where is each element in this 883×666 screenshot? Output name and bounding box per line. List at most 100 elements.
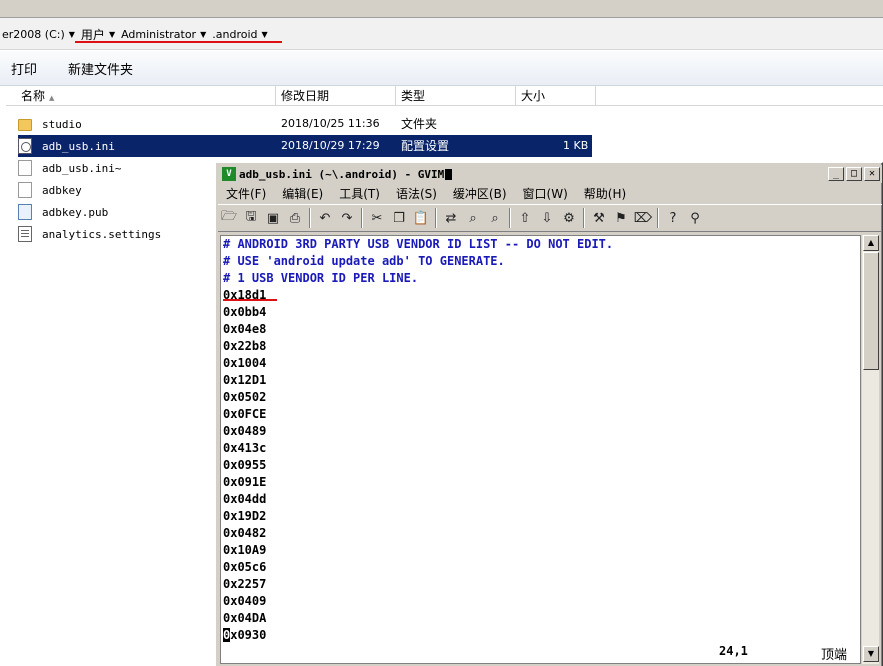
file-modified: 2018/10/25 11:36 (281, 117, 380, 130)
column-header-modified[interactable]: 修改日期 (276, 86, 396, 106)
undo-icon[interactable]: ↶ (314, 207, 336, 229)
save-all-icon[interactable]: ▣ (262, 207, 284, 229)
menu-file[interactable]: 文件(F) (218, 185, 274, 202)
open-icon[interactable]: 🗁 (218, 207, 240, 229)
menu-syntax[interactable]: 语法(S) (388, 185, 445, 202)
editor-line: 0x04e8 (223, 322, 267, 336)
breadcrumb-android[interactable]: .android (210, 28, 259, 41)
editor-line: 0x0482 (223, 526, 267, 540)
replace-icon[interactable]: ⇄ (440, 207, 462, 229)
editor-line: 0x19D2 (223, 509, 267, 523)
gvim-title: adb_usb.ini (~\.android) - GVIM (239, 167, 445, 181)
save-session-icon[interactable]: ⇩ (536, 207, 558, 229)
chevron-down-icon[interactable]: ▼ (260, 30, 272, 39)
toolbar-separator (583, 208, 585, 228)
breadcrumb-drive[interactable]: er2008 (C:) (0, 28, 67, 41)
editor-line: 0x091E (223, 475, 267, 489)
file-row-adb-usb-ini-backup[interactable]: adb_usb.ini~ (18, 157, 208, 179)
column-size-label: 大小 (521, 89, 546, 103)
minimize-button[interactable]: _ (828, 167, 844, 181)
chevron-down-icon[interactable]: ▼ (198, 30, 210, 39)
file-modified: 2018/10/29 17:29 (281, 139, 380, 152)
gvim-menubar: 文件(F) 编辑(E) 工具(T) 语法(S) 缓冲区(B) 窗口(W) 帮助(… (218, 184, 882, 203)
explorer-title-strip (0, 0, 883, 18)
toolbar-separator (435, 208, 437, 228)
menu-help[interactable]: 帮助(H) (576, 185, 634, 202)
redo-icon[interactable]: ↷ (336, 207, 358, 229)
pub-file-icon (18, 204, 32, 220)
column-header-name[interactable]: 名称 ▲ (16, 86, 276, 106)
editor-line: 0x413c (223, 441, 267, 455)
chevron-down-icon[interactable]: ▼ (107, 30, 119, 39)
editor-line: 0x0955 (223, 458, 267, 472)
menu-edit[interactable]: 编辑(E) (274, 185, 331, 202)
paste-icon[interactable]: 📋 (410, 207, 432, 229)
scroll-down-icon[interactable]: ▼ (863, 646, 879, 662)
tags-icon[interactable]: ⌦ (632, 207, 654, 229)
new-folder-button[interactable]: 新建文件夹 (68, 59, 133, 78)
run-script-icon[interactable]: ⚙ (558, 207, 580, 229)
make-icon[interactable]: ⚒ (588, 207, 610, 229)
toolbar-separator (657, 208, 659, 228)
print-icon[interactable]: ⎙ (284, 207, 306, 229)
menu-tools[interactable]: 工具(T) (331, 185, 388, 202)
editor-line: 0x05c6 (223, 560, 267, 574)
menu-window[interactable]: 窗口(W) (515, 185, 576, 202)
scrollbar-thumb[interactable] (863, 252, 879, 370)
file-row-studio[interactable]: studio (18, 113, 218, 135)
ini-file-icon (18, 138, 32, 154)
maximize-button[interactable]: □ (846, 167, 862, 181)
breadcrumb-administrator[interactable]: Administrator (119, 28, 198, 41)
ruler-status: 24,1 顶端 (221, 642, 860, 663)
gvim-title-bar[interactable]: V adb_usb.ini (~\.android) - GVIM _ □ ✕ (218, 165, 882, 183)
editor-line: 0x0bb4 (223, 305, 267, 319)
toolbar-separator (509, 208, 511, 228)
editor-line: 0x10A9 (223, 543, 267, 557)
address-bar[interactable]: er2008 (C:) ▼ 用户 ▼ Administrator ▼ .andr… (0, 18, 883, 50)
file-type: 配置设置 (401, 139, 450, 153)
editor-lines: # ANDROID 3RD PARTY USB VENDOR ID LIST -… (223, 236, 613, 644)
copy-icon[interactable]: ❐ (388, 207, 410, 229)
editor-line: 0x0502 (223, 390, 267, 404)
column-header-size[interactable]: 大小 (516, 86, 596, 106)
scroll-indicator: 顶端 (821, 648, 848, 663)
editor-line: # 1 USB VENDOR ID PER LINE. (223, 271, 419, 285)
editor-line: 0x0489 (223, 424, 267, 438)
menu-buffers[interactable]: 缓冲区(B) (445, 185, 515, 202)
breadcrumb-users[interactable]: 用户 (79, 26, 107, 43)
column-name-label: 名称 (21, 89, 46, 103)
file-row-adbkey[interactable]: adbkey (18, 179, 208, 201)
editor-line: # USE 'android update adb' TO GENERATE. (223, 254, 505, 268)
find-next-icon[interactable]: ⌕ (462, 207, 484, 229)
file-row-analytics-settings[interactable]: analytics.settings (18, 223, 208, 245)
column-header-type[interactable]: 类型 (396, 86, 516, 106)
vertical-scrollbar[interactable]: ▲ ▼ (861, 235, 879, 664)
editor-line: 0x2257 (223, 577, 267, 591)
red-annotation-underline (223, 299, 277, 301)
editor-line: 0x12D1 (223, 373, 267, 387)
gvim-toolbar: 🗁 🖫 ▣ ⎙ ↶ ↷ ✂ ❐ 📋 ⇄ ⌕ ⌕ ⇧ ⇩ ⚙ ⚒ ⚑ ⌦ ? ⚲ (218, 204, 882, 232)
file-name: analytics.settings (42, 227, 162, 241)
file-name: adbkey (42, 183, 82, 197)
file-row-adbkey-pub[interactable]: adbkey.pub (18, 201, 208, 223)
find-help-icon[interactable]: ⚲ (684, 207, 706, 229)
editor-line: 0x18d1 (223, 288, 267, 302)
help-icon[interactable]: ? (662, 207, 684, 229)
close-button[interactable]: ✕ (864, 167, 880, 181)
editor-line: 0x04dd (223, 492, 267, 506)
save-icon[interactable]: 🖫 (240, 207, 262, 229)
scroll-up-icon[interactable]: ▲ (863, 235, 879, 251)
find-prev-icon[interactable]: ⌕ (484, 207, 506, 229)
settings-file-icon (18, 226, 32, 242)
load-session-icon[interactable]: ⇧ (514, 207, 536, 229)
editor-line: 0x0FCE (223, 407, 267, 421)
print-button[interactable]: 打印 (11, 59, 37, 78)
file-icon (18, 182, 32, 198)
editor-line: 0x22b8 (223, 339, 267, 353)
toolbar-separator (309, 208, 311, 228)
editor-line: # ANDROID 3RD PARTY USB VENDOR ID LIST -… (223, 237, 614, 251)
chevron-down-icon[interactable]: ▼ (67, 30, 79, 39)
editor-area[interactable]: # ANDROID 3RD PARTY USB VENDOR ID LIST -… (220, 235, 861, 664)
cut-icon[interactable]: ✂ (366, 207, 388, 229)
shell-icon[interactable]: ⚑ (610, 207, 632, 229)
